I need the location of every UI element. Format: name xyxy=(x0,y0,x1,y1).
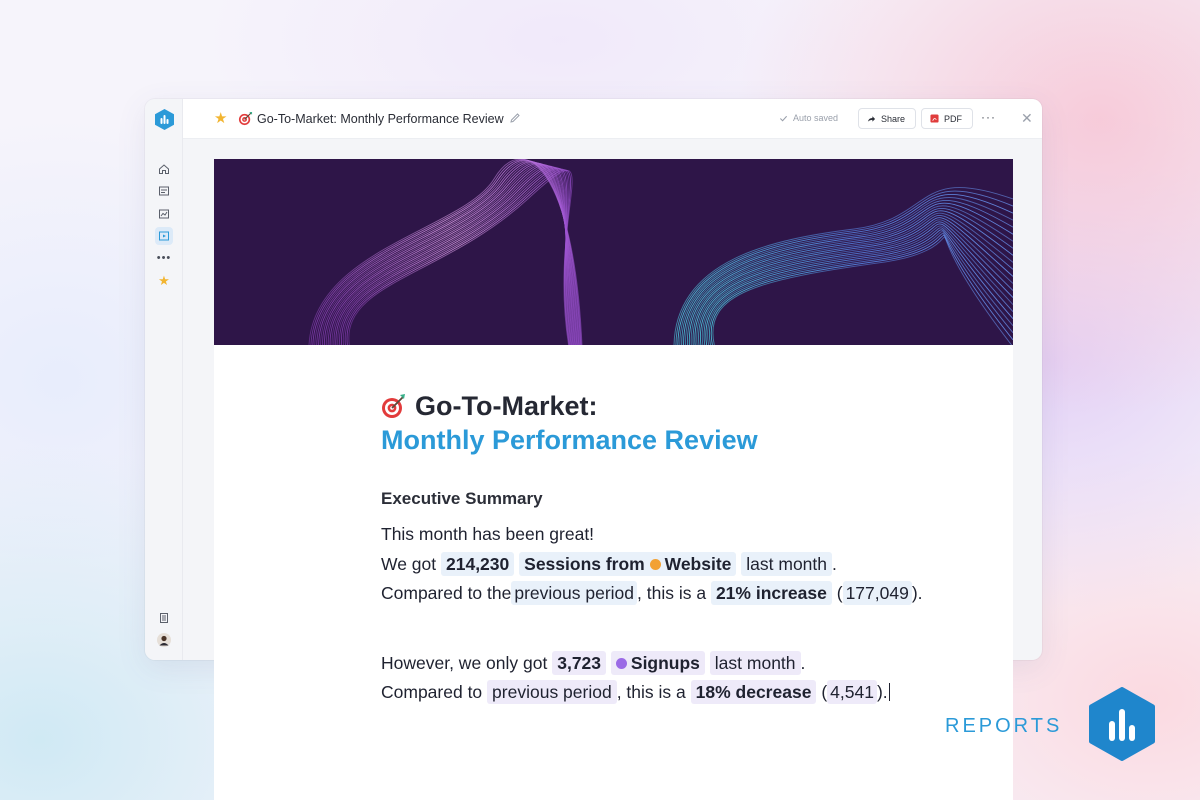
banner-wave-line xyxy=(323,163,578,345)
banner-wave-line xyxy=(331,165,575,345)
banner-wave-line xyxy=(696,219,1013,345)
banner-wave-line xyxy=(710,234,1013,345)
sessions-metric-chip[interactable]: Sessions from Website xyxy=(519,551,737,576)
target-emoji-icon xyxy=(238,111,253,126)
brand-logo-icon xyxy=(1089,687,1155,761)
sessions-compare-mid: , this is a xyxy=(637,583,707,603)
home-icon xyxy=(159,164,169,174)
signups-value-chip[interactable]: 3,723 xyxy=(552,650,607,675)
banner-wave-line xyxy=(339,167,573,345)
more-options-icon[interactable]: ··· xyxy=(981,110,996,124)
sessions-period-chip[interactable]: last month xyxy=(741,551,833,576)
signups-metric-chip[interactable]: Signups xyxy=(610,650,705,675)
banner-wave-line xyxy=(316,160,580,345)
app-logo-icon[interactable] xyxy=(155,109,174,130)
signups-close-paren: ). xyxy=(876,682,888,702)
metrics-icon xyxy=(159,209,169,219)
share-button[interactable]: Share xyxy=(858,108,916,129)
signups-compare-line: Compared to previous period, this is a 1… xyxy=(381,678,981,708)
sessions-previous-value-chip[interactable]: 177,049 xyxy=(842,581,912,605)
star-icon: ★ xyxy=(158,273,170,288)
banner-wave-line xyxy=(333,165,575,345)
docs-icon xyxy=(160,613,168,623)
sessions-open-paren: ( xyxy=(836,583,843,603)
document-page: Go-To-Market: Monthly Performance Review… xyxy=(214,159,1013,800)
sessions-prefix: We got xyxy=(381,553,437,574)
document-title-text: Go-To-Market: xyxy=(415,391,598,421)
sessions-compare-period-chip[interactable]: previous period xyxy=(511,581,638,605)
signups-source-icon xyxy=(615,657,627,669)
banner-wave-line xyxy=(694,217,1013,345)
sessions-close-paren: ). xyxy=(911,583,923,603)
pdf-button[interactable]: PDF xyxy=(921,108,973,129)
sessions-metric-label: Sessions from xyxy=(524,553,645,574)
favorite-star-icon[interactable]: ★ xyxy=(214,111,227,126)
share-label: Share xyxy=(881,113,906,124)
sidebar-item-home[interactable] xyxy=(155,160,173,178)
brand-label: REPORTS xyxy=(945,715,1063,737)
document-title: Go-To-Market: xyxy=(381,389,981,423)
avatar[interactable] xyxy=(155,631,173,649)
sidebar-item-metrics[interactable] xyxy=(155,205,173,223)
check-icon xyxy=(779,115,788,122)
close-icon[interactable]: ✕ xyxy=(1021,111,1033,125)
banner-wave-line xyxy=(325,163,577,345)
pdf-icon xyxy=(930,114,939,123)
sessions-line: We got 214,230 Sessions from Website las… xyxy=(381,550,981,580)
sessions-source-label: Website xyxy=(664,553,732,574)
sidebar-item-dashboard[interactable] xyxy=(155,182,173,200)
banner-wave-line xyxy=(344,168,571,345)
banner-wave-line xyxy=(335,166,574,345)
banner-wave-line xyxy=(329,164,576,345)
topbar: ★ Go-To-Market: Monthly Performance Revi… xyxy=(183,99,1042,139)
more-icon: ••• xyxy=(156,252,172,264)
sidebar-item-more[interactable]: ••• xyxy=(155,249,173,267)
document-subtitle: Monthly Performance Review xyxy=(381,425,758,455)
sidebar-item-reports[interactable] xyxy=(155,227,173,245)
banner-image xyxy=(214,159,1013,345)
report-title[interactable]: Go-To-Market: Monthly Performance Review xyxy=(257,111,504,127)
signups-prefix: However, we only got xyxy=(381,652,548,673)
reports-icon xyxy=(159,231,169,241)
banner-waves xyxy=(308,159,1013,345)
share-arrow-icon xyxy=(867,116,876,122)
sessions-change-chip[interactable]: 21% increase xyxy=(710,581,832,605)
signups-compare-prefix: Compared to xyxy=(381,682,483,702)
signups-compare-period-chip[interactable]: previous period xyxy=(487,680,617,704)
sessions-compare-prefix: Compared to the xyxy=(381,583,512,603)
banner-wave-line xyxy=(321,162,578,345)
pdf-label: PDF xyxy=(944,113,962,124)
sidebar: ••• ★ xyxy=(145,99,183,660)
website-source-icon xyxy=(649,558,661,570)
signups-line: However, we only got 3,723 Signups last … xyxy=(381,649,981,679)
sessions-compare-line: Compared to the previous period, this is … xyxy=(381,579,981,609)
autosave-status: Auto saved xyxy=(779,113,838,123)
edit-pencil-icon[interactable] xyxy=(509,112,521,124)
sidebar-item-favorites[interactable]: ★ xyxy=(155,272,173,290)
banner-wave-line xyxy=(700,223,1013,345)
summary-line: This month has been great! xyxy=(381,524,595,544)
banner-wave-line xyxy=(712,236,1013,345)
section-heading: Executive Summary xyxy=(381,489,543,508)
sessions-value-chip[interactable]: 214,230 xyxy=(441,551,515,576)
banner-wave-line xyxy=(327,164,577,345)
signups-period-chip[interactable]: last month xyxy=(709,650,801,675)
signups-change-chip[interactable]: 18% decrease xyxy=(690,680,817,704)
dashboard-icon xyxy=(159,186,169,196)
user-avatar-icon xyxy=(157,633,171,647)
signups-compare-mid: , this is a xyxy=(616,682,686,702)
sidebar-item-docs[interactable] xyxy=(155,609,173,627)
autosave-label: Auto saved xyxy=(793,113,839,123)
document-body[interactable]: Go-To-Market: Monthly Performance Review… xyxy=(381,389,981,708)
signups-metric-label: Signups xyxy=(630,652,700,673)
signups-previous-value-chip[interactable]: 4,541 xyxy=(827,680,877,704)
text-cursor xyxy=(888,683,891,701)
banner-wave-line xyxy=(698,221,1013,345)
signups-suffix: . xyxy=(800,652,806,673)
sessions-suffix: . xyxy=(832,553,837,574)
banner-wave-line xyxy=(703,227,1013,345)
target-emoji-icon xyxy=(382,394,405,418)
